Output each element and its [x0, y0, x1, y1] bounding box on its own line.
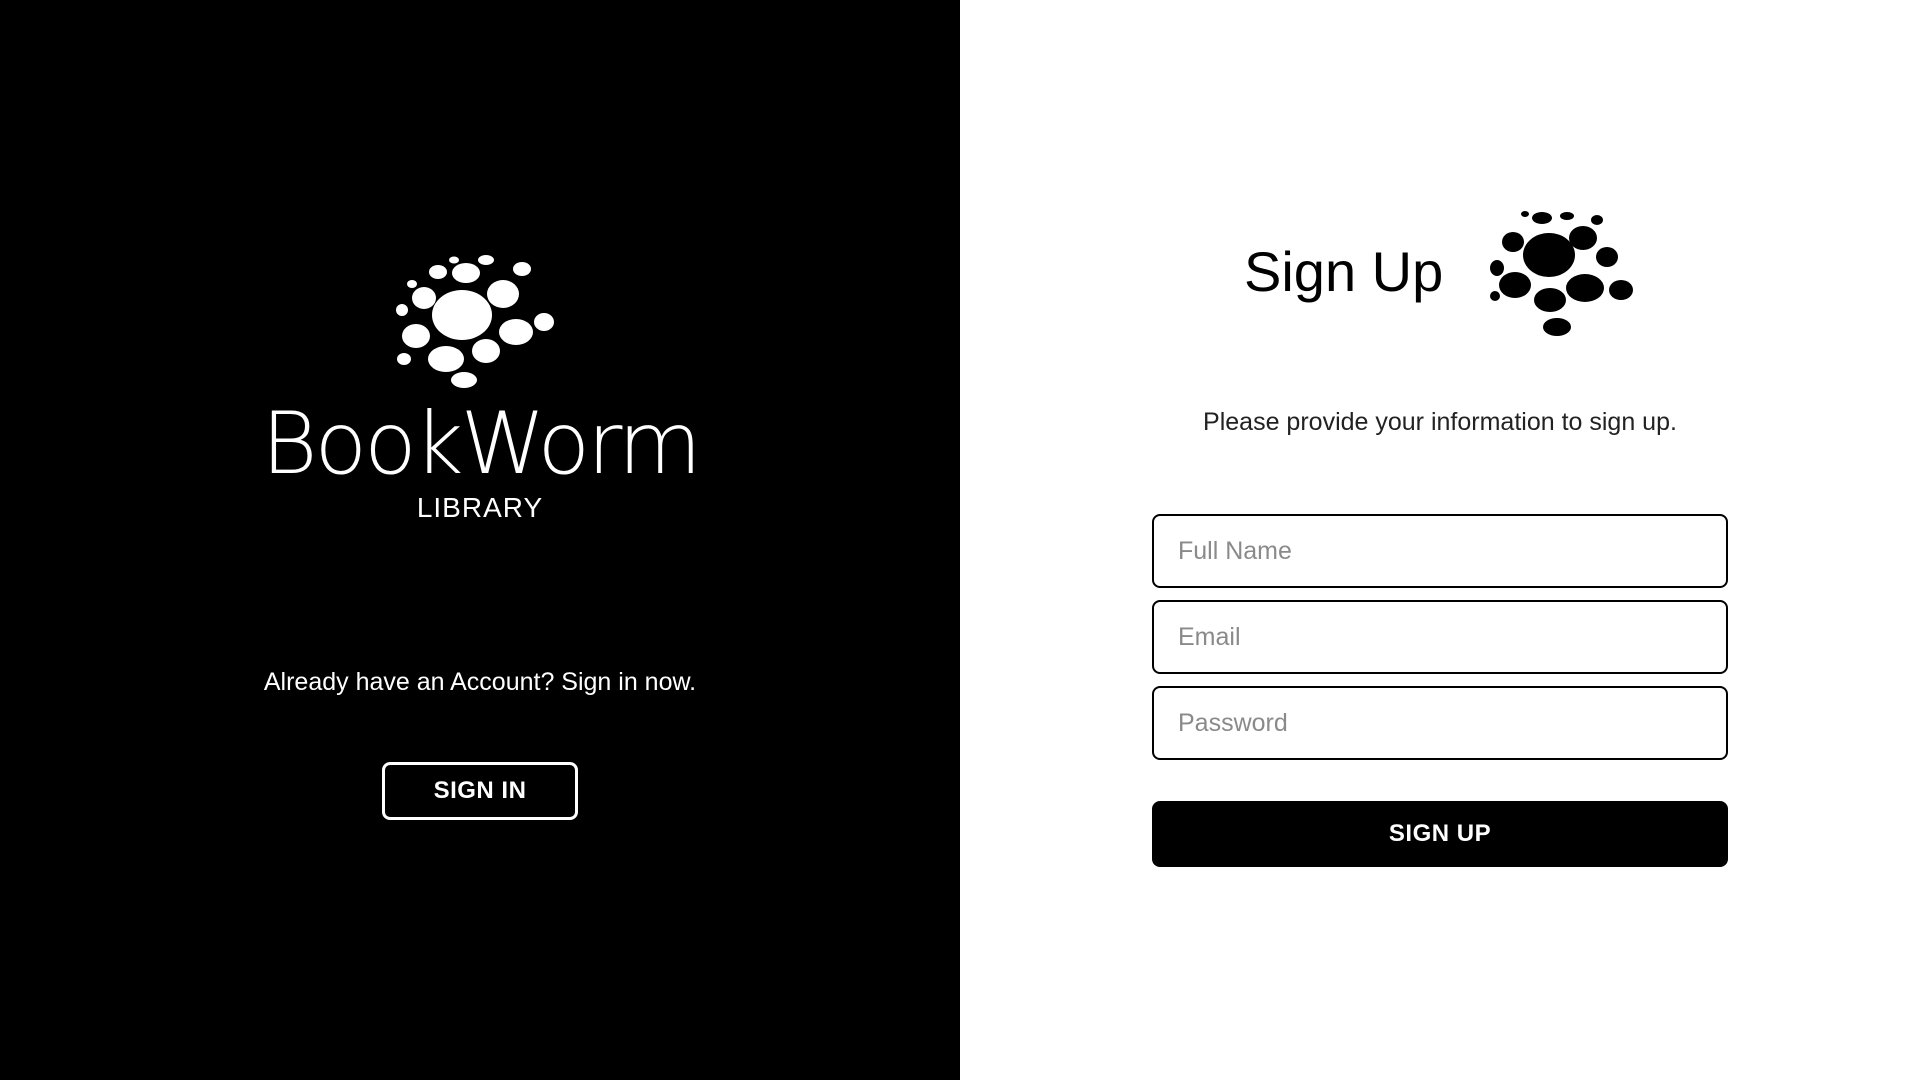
full-name-input[interactable] — [1152, 514, 1728, 588]
sign-in-prompt: Already have an Account? Sign in now. — [263, 668, 697, 696]
signup-panel: Sign Up Please provide your information … — [960, 0, 1920, 1080]
dots-cluster-icon — [1490, 211, 1633, 336]
brand-panel: BookWorm LIBRARY Already have an Account… — [0, 0, 960, 1080]
sign-in-button[interactable]: SIGN IN — [382, 762, 578, 820]
form-description: Please provide your information to sign … — [1203, 408, 1677, 436]
sign-up-button[interactable]: SIGN UP — [1152, 801, 1728, 867]
bookworm-logo-icon — [396, 255, 554, 388]
email-input[interactable] — [1152, 600, 1728, 674]
page-title: Sign Up — [1244, 240, 1444, 303]
brand-name: BookWorm — [261, 394, 702, 494]
password-input[interactable] — [1152, 686, 1728, 760]
brand-subtitle: LIBRARY — [416, 492, 544, 523]
